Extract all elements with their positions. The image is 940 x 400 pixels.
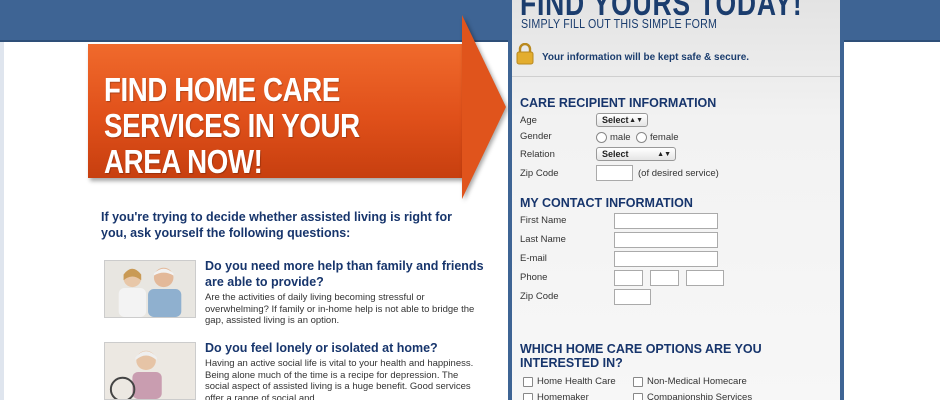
recipient-zip-label: Zip Code bbox=[520, 168, 559, 179]
non-medical-homecare-label: Non-Medical Homecare bbox=[647, 376, 747, 387]
question-item: Do you feel lonely or isolated at home? … bbox=[104, 341, 484, 400]
non-medical-homecare-checkbox[interactable] bbox=[633, 377, 643, 387]
select-arrows-icon: ▲▼ bbox=[657, 151, 671, 158]
phone-area-input[interactable] bbox=[614, 270, 643, 286]
homemaker-label: Homemaker bbox=[537, 392, 589, 400]
care-options-heading: WHICH HOME CARE OPTIONS ARE YOU bbox=[520, 342, 762, 356]
relation-select[interactable]: Select ▲▼ bbox=[596, 147, 676, 161]
last-name-input[interactable] bbox=[614, 232, 718, 248]
banner-title: FIND HOME CARE SERVICES IN YOUR AREA NOW… bbox=[104, 71, 360, 180]
gender-female-radio[interactable] bbox=[636, 132, 647, 143]
homemaker-checkbox[interactable] bbox=[523, 393, 533, 400]
gender-label: Gender bbox=[520, 131, 552, 142]
age-select-value: Select bbox=[602, 115, 629, 125]
gender-male-label: male bbox=[610, 132, 631, 143]
home-health-care-label: Home Health Care bbox=[537, 376, 616, 387]
gender-female-label: female bbox=[650, 132, 679, 143]
intro-text: If you're trying to decide whether assis… bbox=[101, 210, 452, 240]
question-title: Do you feel lonely or isolated at home? bbox=[205, 341, 438, 355]
contact-zip-label: Zip Code bbox=[520, 291, 559, 302]
left-page-edge bbox=[0, 42, 4, 400]
question-answer: Are the activities of daily living becom… bbox=[205, 292, 475, 326]
contact-zip-input[interactable] bbox=[614, 289, 651, 305]
age-select[interactable]: Select ▲▼ bbox=[596, 113, 648, 127]
question-title: Do you need more help than family and fr… bbox=[205, 259, 484, 289]
email-label: E-mail bbox=[520, 253, 547, 264]
phone-line-input[interactable] bbox=[686, 270, 724, 286]
care-recipient-heading: CARE RECIPIENT INFORMATION bbox=[520, 96, 717, 110]
last-name-label: Last Name bbox=[520, 234, 566, 245]
email-input[interactable] bbox=[614, 251, 718, 267]
phone-label: Phone bbox=[520, 272, 548, 283]
caregiver-photo bbox=[104, 260, 196, 318]
first-name-label: First Name bbox=[520, 215, 567, 226]
security-note: Your information will be kept safe & sec… bbox=[542, 52, 750, 63]
first-name-input[interactable] bbox=[614, 213, 718, 229]
contact-info-heading: MY CONTACT INFORMATION bbox=[520, 196, 693, 210]
companionship-services-label: Companionship Services bbox=[647, 392, 753, 400]
age-label: Age bbox=[520, 115, 537, 126]
divider bbox=[512, 76, 840, 77]
relation-label: Relation bbox=[520, 149, 555, 160]
companionship-services-checkbox[interactable] bbox=[633, 393, 643, 400]
recipient-zip-input[interactable] bbox=[596, 165, 633, 181]
select-arrows-icon: ▲▼ bbox=[629, 117, 643, 124]
form-subheadline: SIMPLY FILL OUT THIS SIMPLE FORM bbox=[521, 16, 717, 31]
phone-prefix-input[interactable] bbox=[650, 270, 679, 286]
lock-icon bbox=[516, 43, 534, 65]
question-answer: Having an active social life is vital to… bbox=[205, 358, 474, 400]
zip-note: (of desired service) bbox=[638, 168, 719, 179]
care-options-heading-line2: INTERESTED IN? bbox=[520, 356, 623, 370]
banner-arrow-icon bbox=[462, 15, 506, 199]
relation-select-value: Select bbox=[602, 149, 629, 159]
question-item: Do you need more help than family and fr… bbox=[104, 259, 484, 332]
home-health-care-checkbox[interactable] bbox=[523, 377, 533, 387]
gender-male-radio[interactable] bbox=[596, 132, 607, 143]
senior-wheelchair-photo bbox=[104, 342, 196, 400]
